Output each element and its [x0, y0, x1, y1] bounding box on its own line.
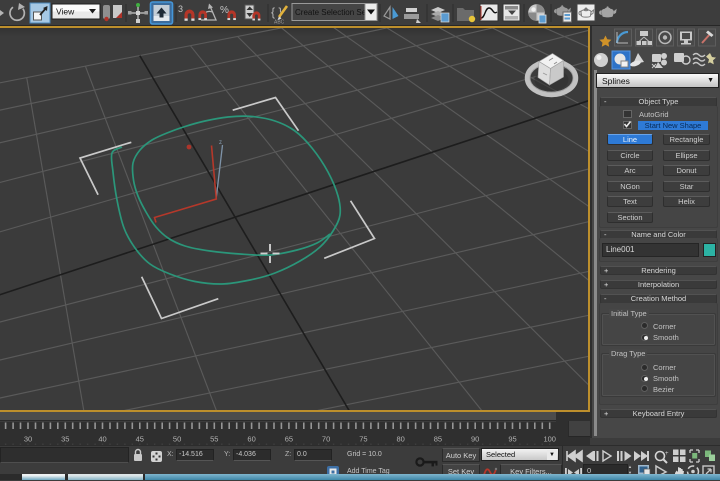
svg-text:Create Selection Se: Create Selection Se: [295, 8, 367, 17]
svg-text:45: 45: [136, 435, 144, 444]
svg-text:40: 40: [98, 435, 106, 444]
svg-text:60: 60: [247, 435, 255, 444]
svg-text:View: View: [56, 7, 75, 17]
svg-text:80: 80: [397, 435, 405, 444]
svg-text:85: 85: [434, 435, 442, 444]
svg-text:z: z: [219, 140, 222, 146]
svg-text:30: 30: [24, 435, 32, 444]
svg-text:ABC: ABC: [274, 20, 285, 26]
svg-text:90: 90: [471, 435, 479, 444]
svg-text:95: 95: [508, 435, 516, 444]
svg-text:75: 75: [359, 435, 367, 444]
svg-text:70: 70: [322, 435, 330, 444]
svg-text:3: 3: [178, 4, 183, 14]
svg-text:55: 55: [210, 435, 218, 444]
svg-text:65: 65: [285, 435, 293, 444]
svg-text:50: 50: [173, 435, 181, 444]
svg-text:100: 100: [543, 435, 556, 444]
svg-text:35: 35: [61, 435, 69, 444]
svg-text:+: +: [665, 451, 669, 457]
